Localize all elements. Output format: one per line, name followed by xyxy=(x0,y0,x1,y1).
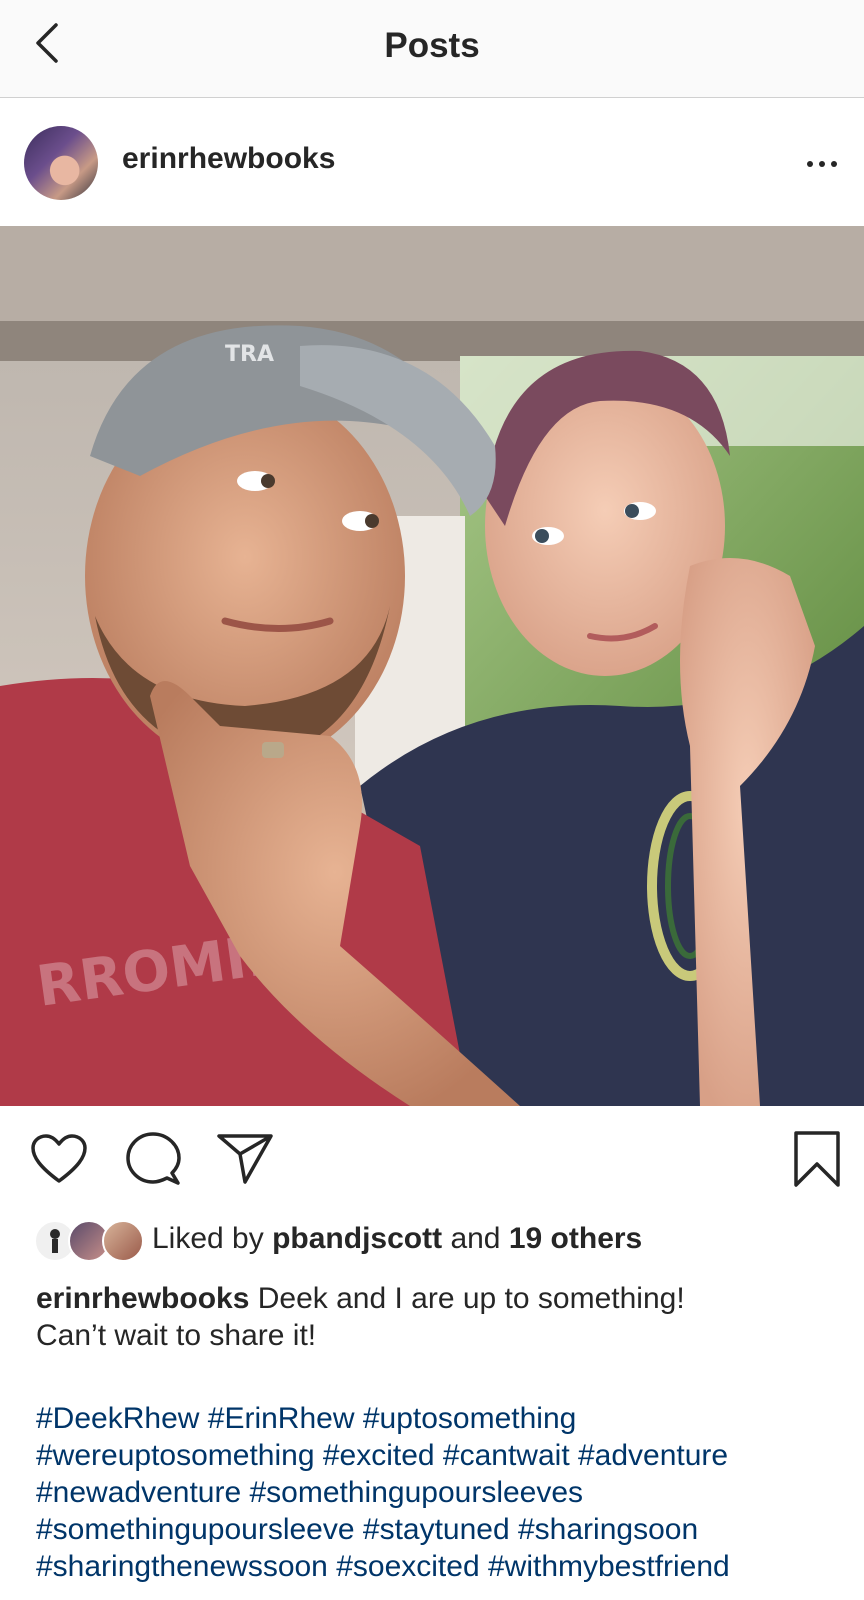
caption-text-line2: Can’t wait to share it! xyxy=(36,1319,317,1352)
bookmark-icon xyxy=(794,1131,840,1187)
liker-username-link[interactable]: pbandjscott xyxy=(272,1222,442,1255)
caption-text-line1: Deek and I are up to something! xyxy=(257,1282,685,1315)
cap-print-text: TRA xyxy=(225,342,274,367)
save-button[interactable] xyxy=(786,1128,848,1190)
hashtag-line[interactable]: #somethingupoursleeve #staytuned #sharin… xyxy=(36,1511,856,1548)
nav-bar: Posts xyxy=(0,0,864,98)
hashtag-line[interactable]: #sharingthenewssoon #soexcited #withmybe… xyxy=(36,1548,856,1585)
avatar[interactable] xyxy=(24,126,98,200)
likes-summary: Liked by pbandjscott and 19 others xyxy=(152,1222,642,1256)
liker-avatar xyxy=(102,1220,144,1262)
post-photo[interactable]: RROMIE A TRA xyxy=(0,226,864,1106)
share-button[interactable] xyxy=(214,1128,276,1190)
like-button[interactable] xyxy=(28,1128,90,1190)
caption-hashtags: #DeekRhew #ErinRhew #uptosomething #were… xyxy=(36,1400,856,1585)
heart-icon xyxy=(31,1134,87,1183)
comment-button[interactable] xyxy=(122,1128,184,1190)
post-header: erinrhewbooks xyxy=(0,98,864,226)
action-bar xyxy=(0,1106,864,1214)
more-horizontal-icon xyxy=(804,161,840,167)
hashtag-line[interactable]: #DeekRhew #ErinRhew #uptosomething xyxy=(36,1400,856,1437)
hashtag-line[interactable]: #wereuptosomething #excited #cantwait #a… xyxy=(36,1437,856,1474)
send-icon xyxy=(217,1134,273,1184)
likes-prefix: Liked by xyxy=(152,1222,264,1255)
more-options-button[interactable] xyxy=(800,144,844,184)
likes-others-link[interactable]: 19 others xyxy=(509,1222,642,1255)
liker-avatars[interactable] xyxy=(34,1220,144,1264)
post-caption: erinrhewbooks Deek and I are up to somet… xyxy=(36,1280,836,1354)
likes-row: Liked by pbandjscott and 19 others xyxy=(0,1214,864,1270)
page-title: Posts xyxy=(384,26,480,65)
comment-icon xyxy=(126,1132,181,1185)
caption-username-link[interactable]: erinrhewbooks xyxy=(36,1282,249,1315)
hashtag-line[interactable]: #newadventure #somethingupoursleeves xyxy=(36,1474,856,1511)
photo-illustration: RROMIE A TRA xyxy=(0,226,864,1106)
likes-middle: and xyxy=(450,1222,501,1255)
post-username[interactable]: erinrhewbooks xyxy=(122,142,335,176)
